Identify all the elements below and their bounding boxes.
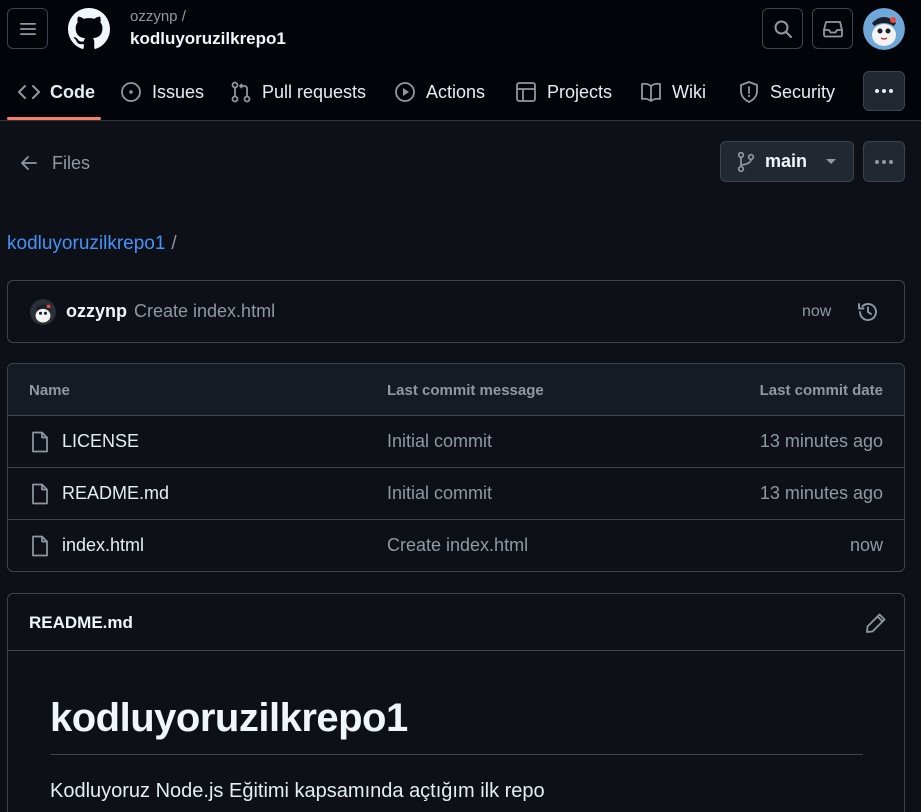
file-name[interactable]: index.html	[62, 535, 144, 556]
menu-button[interactable]	[7, 8, 48, 49]
arrow-left-icon	[21, 156, 37, 170]
github-logo-icon[interactable]	[68, 8, 110, 50]
file-commit-date: 13 minutes ago	[759, 483, 883, 503]
readme-panel: README.md kodluyoruzilkrepo1 Kodluyoruz …	[7, 593, 905, 812]
commit-time: now	[802, 303, 832, 320]
readme-header: README.md	[8, 594, 904, 651]
file-commit-message[interactable]: Create index.html	[387, 535, 528, 556]
kebab-horizontal-icon	[875, 159, 893, 164]
history-icon[interactable]	[856, 300, 880, 324]
tab-pull-requests-label: Pull requests	[262, 81, 367, 102]
branch-selector[interactable]: main	[720, 141, 854, 182]
repo-breadcrumb[interactable]: kodluyoruzilkrepo1	[130, 29, 286, 49]
tab-security-label: Security	[770, 81, 836, 102]
inbox-button[interactable]	[812, 8, 853, 49]
repo-root-link[interactable]: kodluyoruzilkrepo1	[7, 233, 165, 254]
hamburger-icon	[19, 22, 36, 35]
tab-projects[interactable]: Projects	[515, 66, 612, 118]
file-icon	[32, 483, 48, 505]
file-name[interactable]: README.md	[62, 483, 169, 504]
tab-code-label: Code	[50, 81, 95, 102]
repo-tab-bar: Code Issues Pull requests Actions Projec…	[0, 66, 921, 121]
file-table: Name Last commit message Last commit dat…	[7, 363, 905, 572]
tab-code[interactable]: Code	[18, 66, 95, 118]
tab-projects-label: Projects	[547, 81, 613, 102]
commit-author-avatar[interactable]	[30, 299, 56, 325]
user-avatar[interactable]	[863, 8, 905, 50]
issue-opened-icon	[120, 81, 142, 103]
column-header-name: Name	[29, 382, 70, 399]
tab-security[interactable]: Security	[738, 66, 835, 118]
tab-actions[interactable]: Actions	[394, 66, 485, 118]
file-table-header: Name Last commit message Last commit dat…	[8, 364, 904, 416]
column-header-date: Last commit date	[759, 382, 883, 399]
table-row[interactable]: index.html Create index.html now	[8, 520, 904, 571]
file-options-button[interactable]	[863, 141, 905, 182]
path-separator: /	[171, 233, 177, 254]
tab-actions-label: Actions	[426, 81, 486, 102]
column-header-message: Last commit message	[387, 382, 544, 399]
tab-issues[interactable]: Issues	[120, 66, 204, 118]
file-icon	[32, 431, 48, 453]
tab-wiki[interactable]: Wiki	[640, 66, 706, 118]
code-icon	[18, 81, 40, 103]
file-icon	[32, 535, 48, 557]
active-tab-indicator	[7, 117, 101, 120]
tab-issues-label: Issues	[152, 81, 205, 102]
file-commit-date: now	[849, 535, 883, 555]
branch-name: main	[765, 151, 808, 171]
file-commit-message[interactable]: Initial commit	[387, 431, 492, 452]
tab-wiki-label: Wiki	[672, 81, 706, 102]
play-icon	[394, 81, 416, 103]
commit-author[interactable]: ozzynp	[66, 301, 127, 322]
table-row[interactable]: README.md Initial commit 13 minutes ago	[8, 468, 904, 520]
table-row[interactable]: LICENSE Initial commit 13 minutes ago	[8, 416, 904, 468]
file-commit-message[interactable]: Initial commit	[387, 483, 492, 504]
git-branch-icon	[737, 151, 755, 172]
latest-commit-box: ozzynp Create index.html now	[7, 280, 905, 343]
more-tabs-button[interactable]	[863, 71, 905, 111]
tab-pull-requests[interactable]: Pull requests	[230, 66, 366, 118]
inbox-icon	[822, 20, 843, 37]
repo-header: ozzynp / kodluyoruzilkrepo1 Code Issues …	[0, 0, 921, 121]
readme-divider	[50, 754, 863, 755]
triangle-down-icon	[826, 158, 837, 164]
git-pull-request-icon	[230, 81, 252, 103]
book-icon	[640, 81, 662, 103]
commit-message[interactable]: Create index.html	[134, 301, 275, 322]
files-back-link[interactable]: Files	[20, 150, 90, 176]
readme-paragraph: Kodluyoruz Node.js Eğitimi kapsamında aç…	[50, 780, 545, 802]
pencil-icon[interactable]	[865, 612, 887, 634]
kebab-horizontal-icon	[875, 89, 893, 93]
file-commit-date: 13 minutes ago	[759, 431, 883, 451]
owner-breadcrumb[interactable]: ozzynp /	[130, 8, 186, 25]
files-back-label: Files	[52, 152, 91, 173]
search-button[interactable]	[762, 8, 803, 49]
table-icon	[515, 81, 537, 103]
search-icon	[774, 20, 792, 38]
shield-icon	[738, 81, 760, 103]
readme-file-name[interactable]: README.md	[29, 613, 133, 633]
readme-heading: kodluyoruzilkrepo1	[50, 696, 408, 740]
file-path-breadcrumb: kodluyoruzilkrepo1 /	[7, 233, 177, 255]
file-name[interactable]: LICENSE	[62, 431, 139, 452]
